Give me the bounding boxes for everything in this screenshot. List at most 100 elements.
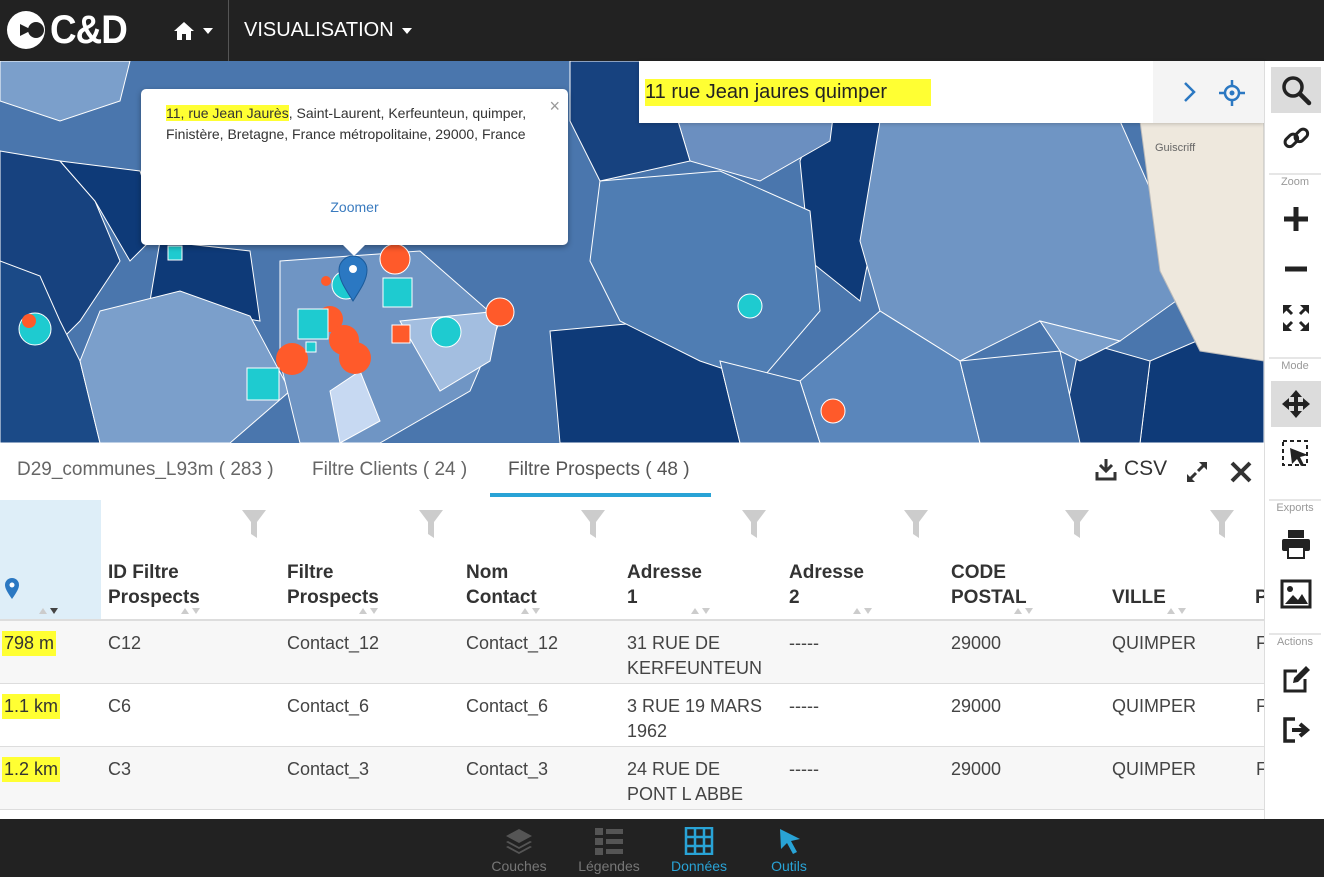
cell-filtre: Contact_3	[287, 759, 370, 779]
plus-icon	[1284, 207, 1308, 231]
column-header-adresse-1[interactable]: Adresse 1	[627, 560, 702, 610]
sort-desc-icon[interactable]	[38, 606, 60, 616]
column-header-filtre[interactable]: Filtre Prospects	[287, 560, 379, 610]
column-header-line: Adresse	[789, 562, 864, 583]
actions-section-label: Actions	[1276, 636, 1314, 648]
chevron-right-icon[interactable]	[1175, 78, 1203, 106]
toolbar-separator	[1269, 173, 1321, 175]
popup-zoom-link[interactable]: Zoomer	[141, 197, 568, 218]
sort-icon[interactable]	[690, 606, 712, 616]
toolbar-separator	[1269, 357, 1321, 359]
home-icon	[174, 21, 194, 40]
cell-ville: QUIMPER	[1112, 696, 1197, 716]
nav-outils[interactable]: Outils	[762, 819, 816, 877]
sort-icon[interactable]	[358, 606, 380, 616]
export-image-button[interactable]	[1271, 571, 1321, 617]
column-header-code-postal[interactable]: CODE POSTAL	[951, 560, 1027, 610]
chevron-down-icon	[401, 27, 412, 34]
table-row[interactable]: 798 m C12 Contact_12 Contact_12 31 RUE D…	[0, 621, 1264, 684]
cell-adresse1-line: 3 RUE 19 MARS	[627, 696, 763, 716]
toolbar-separator	[1269, 633, 1321, 635]
selection-cursor-icon	[1282, 440, 1308, 466]
tab-filtre-prospects[interactable]: Filtre Prospects ( 48 )	[508, 459, 690, 481]
sign-out-icon	[1283, 717, 1311, 743]
filter-funnel-icon[interactable]	[1209, 508, 1235, 540]
nav-legendes-label: Légendes	[578, 858, 640, 874]
filter-funnel-icon[interactable]	[903, 508, 929, 540]
column-header-line	[1112, 560, 1166, 585]
sort-icon[interactable]	[180, 606, 202, 616]
tab-d29-communes[interactable]: D29_communes_L93m ( 283 )	[17, 459, 274, 481]
cell-adresse1-line: 1962	[627, 721, 668, 741]
address-popup: × 11, rue Jean Jaurès, Saint-Laurent, Ke…	[141, 89, 568, 256]
cell-distance: 798 m	[2, 631, 57, 656]
zoom-out-button[interactable]	[1271, 246, 1321, 292]
cell-ville: QUIMPER	[1112, 759, 1197, 779]
nav-legendes[interactable]: Légendes	[574, 819, 644, 877]
popup-close-button[interactable]: ×	[549, 97, 560, 115]
table-row[interactable]: 1.1 km C6 Contact_6 Contact_6 3 RUE 19 M…	[0, 684, 1264, 747]
popup-address-highlight: 11, rue Jean Jaurès	[166, 105, 289, 121]
filter-funnel-icon[interactable]	[241, 508, 267, 540]
filter-funnel-icon[interactable]	[1064, 508, 1090, 540]
edit-button[interactable]	[1271, 657, 1321, 703]
csv-label: CSV	[1124, 457, 1168, 480]
cell-pays: F	[1256, 696, 1264, 716]
select-mode-button[interactable]	[1271, 431, 1321, 477]
app-logo[interactable]: C&D	[6, 10, 134, 50]
search-input[interactable]	[645, 79, 1145, 106]
edit-icon	[1283, 666, 1310, 693]
column-header-id-filtre[interactable]: ID Filtre Prospects	[108, 560, 200, 610]
cell-adresse1: 31 RUE DE KERFEUNTEUN	[627, 631, 762, 681]
print-button[interactable]	[1271, 521, 1321, 567]
sort-icon[interactable]	[852, 606, 874, 616]
locate-crosshair-icon[interactable]	[1217, 78, 1247, 108]
cell-adresse2: -----	[789, 759, 819, 779]
column-header-adresse-2[interactable]: Adresse 2	[789, 560, 864, 610]
fullscreen-button[interactable]	[1271, 295, 1321, 341]
sort-icon[interactable]	[1013, 606, 1035, 616]
search-actions	[1153, 61, 1264, 123]
filter-funnel-icon[interactable]	[741, 508, 767, 540]
nav-couches[interactable]: Couches	[488, 819, 550, 877]
close-icon[interactable]	[1228, 459, 1254, 485]
nav-donnees[interactable]: Données	[666, 819, 732, 877]
csv-export-button[interactable]: CSV	[1094, 457, 1167, 481]
zoom-section-label: Zoom	[1280, 176, 1310, 188]
filter-funnel-icon[interactable]	[580, 508, 606, 540]
home-menu-button[interactable]	[158, 0, 228, 61]
pan-mode-button[interactable]	[1271, 381, 1321, 427]
sort-icon[interactable]	[520, 606, 542, 616]
navbar-divider	[228, 0, 229, 61]
search-tool-button[interactable]	[1271, 67, 1321, 113]
cell-adresse2: -----	[789, 696, 819, 716]
cell-adresse1-line: 24 RUE DE	[627, 759, 721, 779]
distance-column-header[interactable]	[0, 500, 101, 620]
cell-pays: F	[1256, 633, 1264, 653]
cell-adresse1-line: 31 RUE DE	[627, 633, 721, 653]
cell-adresse1-line: KERFEUNTEUN	[627, 658, 763, 678]
expand-icon[interactable]	[1184, 459, 1210, 485]
cell-filtre: Contact_6	[287, 696, 370, 716]
column-header-nom-contact[interactable]: Nom Contact	[466, 560, 537, 610]
tab-filtre-clients[interactable]: Filtre Clients ( 24 )	[312, 459, 467, 481]
link-icon	[1283, 127, 1310, 149]
link-tool-button[interactable]	[1271, 115, 1321, 161]
column-header-line: Adresse	[627, 562, 702, 583]
logo-text: C&D	[50, 8, 128, 52]
column-header-line: Nom	[466, 562, 509, 583]
logout-button[interactable]	[1271, 707, 1321, 753]
zoom-in-button[interactable]	[1271, 196, 1321, 242]
printer-icon	[1282, 530, 1310, 559]
table-row[interactable]: 1.2 km C3 Contact_3 Contact_3 24 RUE DE P…	[0, 747, 1264, 810]
cell-id: C3	[108, 759, 132, 779]
column-header-pays[interactable]: P	[1255, 560, 1264, 610]
column-header-line	[1255, 560, 1264, 585]
logo-icon	[7, 11, 45, 49]
filter-funnel-icon[interactable]	[418, 508, 444, 540]
sort-icon[interactable]	[1166, 606, 1188, 616]
visualisation-menu-label: VISUALISATION	[244, 19, 394, 41]
chevron-down-icon	[203, 27, 213, 34]
column-header-ville[interactable]: VILLE	[1112, 560, 1166, 610]
visualisation-menu-button[interactable]: VISUALISATION	[244, 0, 412, 61]
